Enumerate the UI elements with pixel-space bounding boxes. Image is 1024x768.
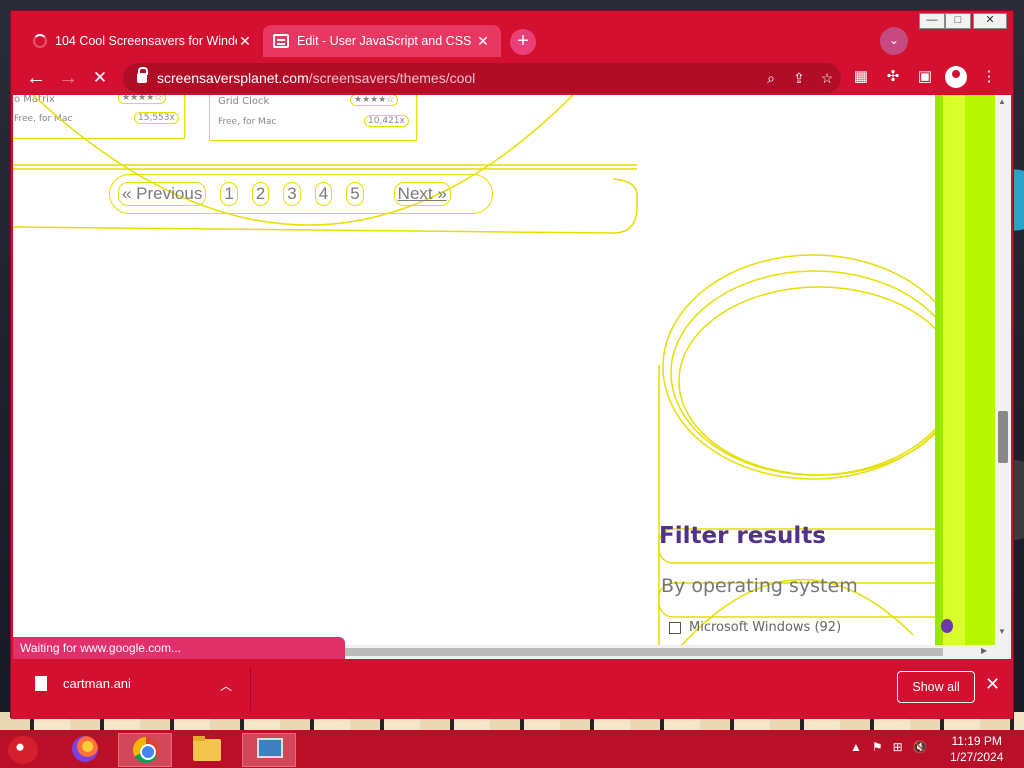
download-item[interactable]: cartman.ani	[35, 676, 131, 691]
tab-screensavers[interactable]: 104 Cool Screensavers for Windo ✕	[23, 25, 263, 57]
os-checkbox[interactable]	[669, 621, 681, 634]
tab-groups-icon[interactable]: ▦	[849, 67, 873, 89]
tray-expand-icon[interactable]: ▲	[850, 740, 862, 754]
scroll-right-arrow-icon[interactable]: ▶	[981, 646, 987, 655]
bookmark-star-icon[interactable]: ☆	[813, 70, 841, 87]
pagination-next-label: Next	[397, 184, 433, 203]
os-filter-heading: By operating system	[661, 575, 858, 597]
address-bar[interactable]: screensaversplanet.com/screensavers/them…	[123, 63, 841, 93]
pagination: « Previous 1 2 3 4 5 Next »	[109, 174, 493, 214]
pagination-page-1[interactable]: 1	[220, 182, 238, 206]
url-path: /screensavers/themes/cool	[308, 70, 476, 86]
show-all-button[interactable]: Show all	[897, 671, 975, 703]
download-filename: cartman.ani	[63, 676, 131, 691]
tab-close-icon[interactable]: ✕	[475, 33, 491, 50]
status-bubble: Waiting for www.google.com...	[13, 637, 345, 659]
taskbar-file-explorer[interactable]	[180, 733, 234, 767]
filter-results-heading: Filter results	[659, 523, 826, 549]
system-tray: ▲ ⚑ ⊞ 🔇	[850, 740, 928, 754]
flag-icon[interactable]: ⚑	[872, 740, 883, 754]
user-icon	[941, 619, 953, 633]
tab-user-js-css[interactable]: Edit - User JavaScript and CSS ✕	[263, 25, 501, 57]
tab-search-chevron-icon[interactable]: ⌄	[880, 27, 908, 55]
side-panel-icon[interactable]: ▣	[913, 67, 937, 89]
clock-time: 11:19 PM	[951, 734, 1002, 748]
os-filter-label: Microsoft Windows (92)	[689, 620, 842, 635]
download-options-chevron-icon[interactable]: ︿	[220, 677, 232, 694]
pagination-page-2[interactable]: 2	[251, 182, 270, 206]
file-icon	[35, 676, 47, 691]
minimize-button[interactable]: —	[919, 13, 945, 29]
forward-arrow-icon[interactable]: →	[55, 65, 81, 91]
new-tab-button[interactable]: +	[510, 29, 536, 55]
sidebar-decoration-stripe	[935, 95, 995, 659]
url-domain: screensaversplanet.com	[157, 70, 309, 86]
page-viewport: o Matrix ★★★★☆ Free, for Mac 15,553x Gri…	[13, 95, 1011, 659]
scroll-up-arrow-icon[interactable]: ▲	[998, 97, 1006, 106]
scrollbar-thumb[interactable]	[998, 411, 1008, 463]
vertical-scrollbar[interactable]: ▲ ▼	[995, 95, 1011, 659]
back-arrow-icon[interactable]: ←	[23, 65, 49, 91]
network-icon[interactable]: ⊞	[893, 740, 903, 754]
tab-title: 104 Cool Screensavers for Windo	[55, 34, 237, 48]
outline-circle	[662, 254, 964, 480]
pagination-page-5[interactable]: 5	[346, 182, 364, 206]
lock-icon	[137, 67, 148, 83]
volume-muted-icon[interactable]: 🔇	[913, 740, 928, 754]
editor-favicon-icon	[273, 34, 289, 48]
pagination-next[interactable]: Next »	[393, 182, 451, 206]
taskbar-clock[interactable]: 11:19 PM 1/27/2024	[950, 733, 1003, 765]
browser-window: 104 Cool Screensavers for Windo ✕ Edit -…	[10, 10, 1014, 719]
pagination-previous[interactable]: « Previous	[118, 182, 207, 206]
close-window-button[interactable]: ✕	[973, 13, 1007, 29]
taskbar-display-settings[interactable]	[242, 733, 296, 767]
os-filter-windows[interactable]: Microsoft Windows (92)	[669, 620, 841, 635]
clock-date: 1/27/2024	[950, 750, 1004, 764]
loading-spinner-icon	[33, 34, 47, 48]
monitor-icon	[257, 738, 283, 758]
chrome-icon	[133, 737, 159, 763]
url-text[interactable]: screensaversplanet.com/screensavers/them…	[157, 70, 757, 86]
tab-title: Edit - User JavaScript and CSS	[297, 34, 472, 48]
folder-icon	[193, 736, 221, 761]
horizontal-scrollbar-thumb[interactable]	[343, 648, 943, 656]
pagination-page-4[interactable]: 4	[314, 182, 333, 206]
profile-avatar-icon[interactable]	[945, 66, 967, 88]
download-shelf: cartman.ani ︿ Show all ✕	[11, 659, 1013, 719]
tab-strip: 104 Cool Screensavers for Windo ✕ Edit -…	[11, 11, 1013, 61]
maximize-button[interactable]: □	[945, 13, 971, 29]
pagination-page-3[interactable]: 3	[283, 182, 301, 206]
scroll-down-arrow-icon[interactable]: ▼	[998, 627, 1006, 636]
extensions-puzzle-icon[interactable]: ✣	[881, 67, 905, 89]
browser-toolbar: ← → ✕ screensaversplanet.com/screensaver…	[11, 61, 1013, 95]
taskbar-firefox[interactable]	[58, 733, 112, 767]
firefox-icon	[72, 736, 98, 762]
share-icon[interactable]: ⇪	[785, 70, 813, 87]
zoom-search-icon[interactable]: ⌕	[757, 70, 785, 87]
divider	[250, 667, 251, 711]
stop-loading-icon[interactable]: ✕	[87, 65, 113, 91]
start-button-icon[interactable]	[8, 736, 38, 764]
close-download-shelf-icon[interactable]: ✕	[985, 674, 1000, 695]
pagination-next-arrow: »	[432, 184, 447, 203]
more-menu-icon[interactable]: ⋮	[977, 67, 1001, 89]
outline-circle	[670, 270, 960, 476]
windows-taskbar: ▲ ⚑ ⊞ 🔇 11:19 PM 1/27/2024	[0, 730, 1024, 768]
tab-close-icon[interactable]: ✕	[237, 33, 253, 50]
taskbar-chrome[interactable]	[118, 733, 172, 767]
